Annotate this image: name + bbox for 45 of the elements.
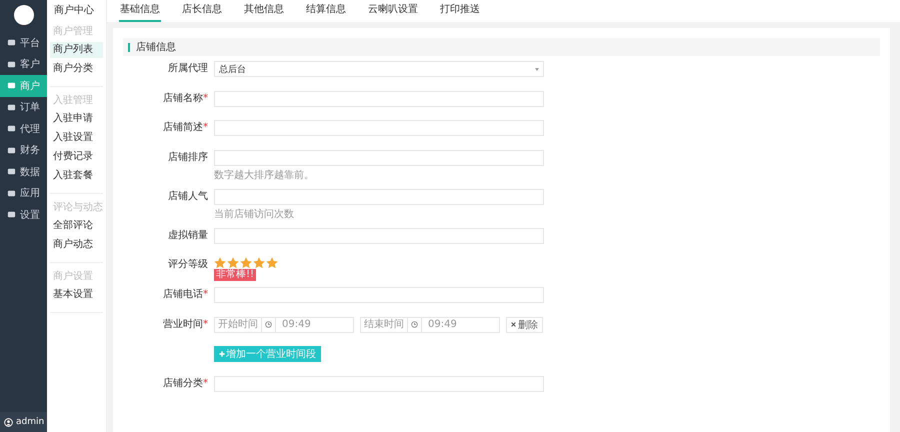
tab[interactable]: 店长信息 [181,0,223,22]
sidebar-item[interactable]: 平台 [0,32,47,54]
tab[interactable]: 其他信息 [243,0,285,22]
agent-select[interactable]: 总后台 [214,61,544,77]
group-heading: 评论与动态 [52,200,103,215]
group-heading: 商户设置 [52,270,94,284]
sub-sidebar-item[interactable]: 基本设置 [50,287,103,303]
group-heading: 入驻管理 [52,94,94,108]
field-label: 店铺分类* [163,378,208,388]
user-name: admin [16,417,44,427]
field-label: 所属代理 [168,63,208,74]
field-hint: 当前店铺访问次数 [214,208,295,220]
field-label: 店铺简述* [163,122,208,133]
delete-button[interactable]: 删除 [506,316,543,332]
field-label: 营业时间* [163,318,208,330]
sub-sidebar-item[interactable]: 商户动态 [50,237,103,253]
field-label: 店铺电话* [163,289,208,300]
tab[interactable]: 打印推送 [439,0,481,22]
sub-sidebar-item[interactable]: 全部评论 [50,218,103,234]
section-title: 店铺信息 [136,40,176,54]
sub-sidebar-title: 商户中心 [53,4,95,18]
sidebar-item[interactable]: 财务 [0,140,47,161]
tab[interactable]: 基础信息 [119,0,161,22]
sub-sidebar-item[interactable]: 商户分类 [50,61,103,77]
sub-sidebar-item[interactable]: 入驻套餐 [50,168,103,184]
field-label: 店铺名称* [163,92,208,104]
sub-sidebar-item[interactable]: 入驻申请 [50,111,103,127]
sub-sidebar-item[interactable]: 付费记录 [50,149,103,165]
sidebar-item[interactable]: 订单 [0,96,47,118]
sidebar-item[interactable]: 代理 [0,118,47,140]
sidebar-item[interactable]: 客户 [0,54,47,75]
field-label: 评分等级 [168,259,208,270]
group-heading: 商户管理 [52,24,94,39]
sidebar-item[interactable]: 设置 [0,204,47,226]
field-label: 虚拟销量 [168,230,208,240]
field-label: 店铺排序 [168,152,208,162]
field-label: 店铺人气 [168,190,208,202]
sub-sidebar-item[interactable]: 商户列表 [50,42,103,58]
sub-sidebar-item[interactable]: 入驻设置 [50,130,103,146]
tab[interactable]: 结算信息 [305,0,347,22]
sidebar-item[interactable]: 数据 [0,161,47,182]
rating-badge: 非常棒!! [214,269,256,281]
sidebar-item[interactable]: 应用 [0,182,47,204]
tab[interactable]: 云喇叭设置 [367,0,419,22]
field-hint: 数字越大排序越靠前。 [214,168,315,182]
